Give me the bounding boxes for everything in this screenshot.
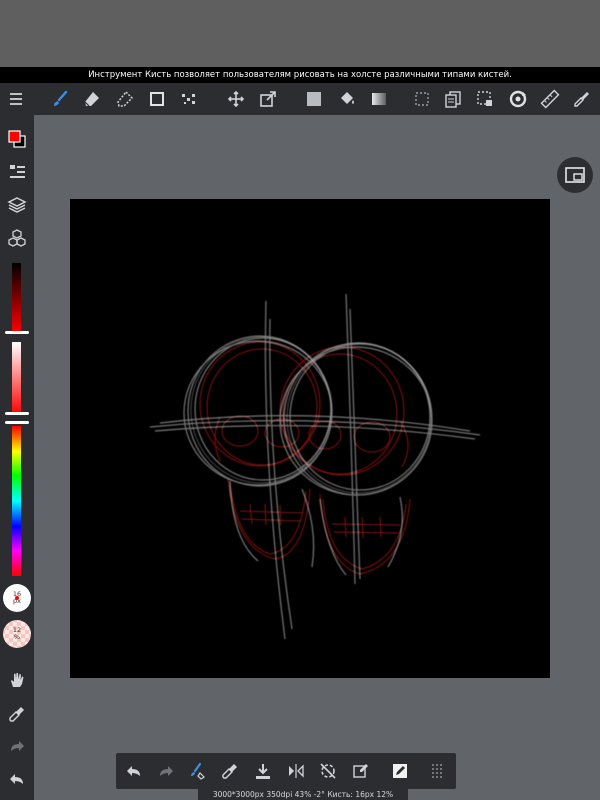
pattern-tool-button[interactable] bbox=[177, 87, 201, 111]
copy-layer-button[interactable] bbox=[441, 87, 465, 111]
ruler-icon bbox=[540, 89, 560, 109]
pencil-square-icon bbox=[393, 764, 407, 778]
brightness-slider-handle[interactable] bbox=[5, 331, 29, 334]
brush-size-dot bbox=[15, 596, 19, 600]
sidebar-undo-button[interactable] bbox=[5, 767, 29, 791]
eyedropper-icon bbox=[9, 707, 24, 722]
rotate-canvas-button[interactable] bbox=[506, 87, 530, 111]
redo-icon bbox=[11, 741, 24, 751]
navigator-icon bbox=[565, 167, 585, 183]
gradient-tool-button[interactable] bbox=[367, 87, 391, 111]
grid-dots-icon bbox=[432, 764, 442, 778]
brush-eraser-icon bbox=[191, 762, 205, 780]
eraser-tool-button[interactable] bbox=[80, 87, 104, 111]
quick-access-button[interactable] bbox=[388, 759, 412, 783]
rotate-reset-icon bbox=[320, 763, 336, 779]
layers-copy-icon bbox=[445, 91, 461, 108]
sidebar-redo-button[interactable] bbox=[5, 734, 29, 758]
brush-list-button[interactable] bbox=[5, 160, 29, 184]
select-transform-icon bbox=[477, 91, 492, 106]
brush-eraser-toggle-button[interactable] bbox=[186, 759, 210, 783]
rectangle-icon bbox=[150, 92, 164, 106]
color-swatch-icon bbox=[8, 130, 26, 148]
undo-button[interactable] bbox=[122, 759, 146, 783]
brush-opacity-unit: % bbox=[13, 633, 21, 641]
hand-icon bbox=[11, 673, 24, 687]
transform-tool-button[interactable] bbox=[256, 87, 280, 111]
brush-icon bbox=[54, 90, 68, 106]
soft-eraser-tool-button[interactable] bbox=[113, 87, 137, 111]
hue-slider-handle[interactable] bbox=[5, 421, 29, 424]
brush-opacity-badge[interactable]: 12 % bbox=[3, 620, 31, 648]
edit-selection-icon bbox=[353, 764, 368, 778]
undo-icon bbox=[127, 766, 140, 776]
eyedropper-icon bbox=[574, 92, 589, 107]
top-toolbar bbox=[0, 83, 600, 115]
drawing-canvas[interactable] bbox=[70, 199, 550, 678]
saturation-slider[interactable] bbox=[12, 342, 21, 414]
hue-slider[interactable] bbox=[12, 426, 21, 576]
cubes-icon bbox=[8, 229, 26, 247]
hand-tool-button[interactable] bbox=[5, 668, 29, 692]
move-tool-button[interactable] bbox=[224, 87, 248, 111]
fill-tool-button[interactable] bbox=[302, 87, 326, 111]
reset-rotation-button[interactable] bbox=[316, 759, 340, 783]
left-sidebar: 16 px 12 % bbox=[0, 115, 34, 800]
selection-tool-button[interactable] bbox=[410, 87, 434, 111]
flip-horizontal-button[interactable] bbox=[284, 759, 308, 783]
grid-options-button[interactable] bbox=[425, 759, 449, 783]
color-swatch-button[interactable] bbox=[5, 127, 29, 151]
brightness-slider[interactable] bbox=[12, 263, 21, 333]
tool-tooltip-bar: Инструмент Кисть позволяет пользователям… bbox=[0, 67, 600, 83]
fill-square-icon bbox=[307, 92, 321, 106]
canvas-status-text: 3000*3000px 350dpi 43% -2° Кисть: 16px 1… bbox=[212, 790, 394, 799]
select-transform-button[interactable] bbox=[473, 87, 497, 111]
list-icon bbox=[10, 165, 25, 178]
menu-button[interactable] bbox=[4, 87, 28, 111]
edit-selection-button[interactable] bbox=[349, 759, 373, 783]
move-icon bbox=[227, 90, 245, 108]
tool-tooltip-text: Инструмент Кисть позволяет пользователям… bbox=[88, 70, 512, 80]
layers-icon bbox=[7, 197, 27, 213]
layers-button[interactable] bbox=[5, 193, 29, 217]
eraser-icon bbox=[84, 92, 99, 107]
top-system-area bbox=[0, 0, 600, 67]
bucket-icon bbox=[341, 92, 354, 104]
bottom-eyedropper-button[interactable] bbox=[218, 759, 242, 783]
materials-button[interactable] bbox=[5, 226, 29, 250]
rotate-icon bbox=[509, 90, 527, 108]
canvas-status-bar: 3000*3000px 350dpi 43% -2° Кисть: 16px 1… bbox=[198, 789, 408, 800]
selection-icon bbox=[415, 92, 429, 106]
sidebar-eyedropper-button[interactable] bbox=[5, 702, 29, 726]
download-icon bbox=[256, 764, 270, 779]
dot-pattern-icon bbox=[182, 94, 195, 104]
brush-tool-button[interactable] bbox=[48, 87, 72, 111]
redo-button[interactable] bbox=[154, 759, 178, 783]
menu-icon bbox=[10, 93, 22, 105]
blur-eraser-icon bbox=[117, 90, 134, 107]
gradient-icon bbox=[372, 93, 386, 105]
redo-icon bbox=[160, 766, 173, 776]
saturation-slider-handle[interactable] bbox=[5, 412, 29, 415]
transform-icon bbox=[260, 91, 276, 107]
save-download-button[interactable] bbox=[251, 759, 275, 783]
ruler-button[interactable] bbox=[538, 87, 562, 111]
undo-icon bbox=[10, 774, 23, 784]
bucket-tool-button[interactable] bbox=[335, 87, 359, 111]
eyedropper-button[interactable] bbox=[570, 87, 594, 111]
shape-tool-button[interactable] bbox=[145, 87, 169, 111]
eyedropper-icon bbox=[222, 764, 237, 779]
bottom-action-bar bbox=[116, 753, 456, 789]
navigator-preview-button[interactable] bbox=[557, 157, 593, 193]
sketch-artwork bbox=[149, 293, 481, 640]
flip-horizontal-icon bbox=[289, 764, 304, 778]
